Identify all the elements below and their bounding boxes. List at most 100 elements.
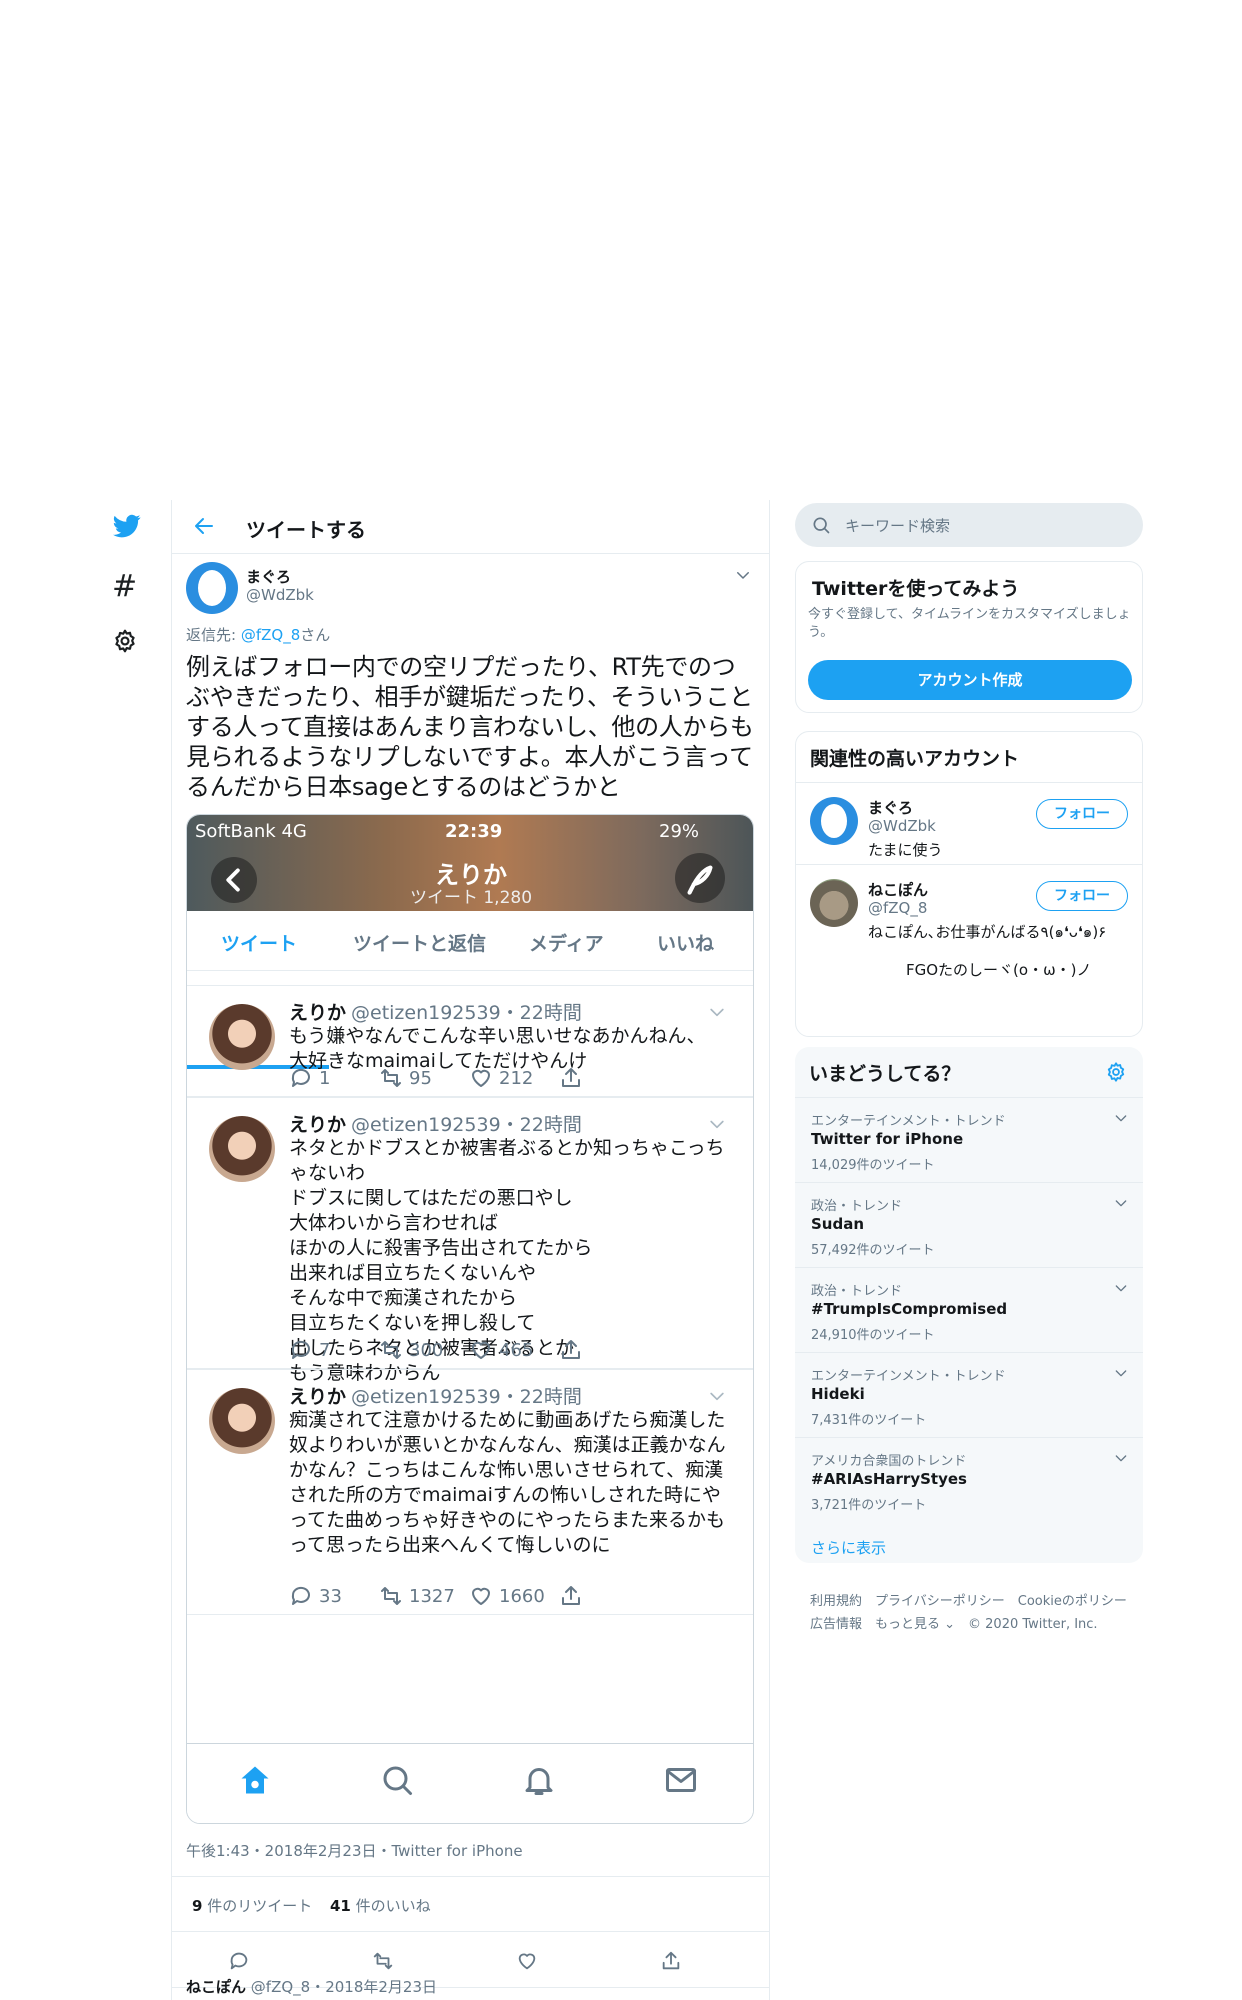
like-icon[interactable] xyxy=(516,1950,538,1972)
trend-count: 57,492件のツイート xyxy=(811,1243,935,1258)
reply-action: 33 xyxy=(289,1584,342,1608)
attached-image[interactable]: SoftBank 4G 22:39 29% えりか ツイート 1,280 ツイー… xyxy=(186,814,754,1824)
back-arrow-icon[interactable] xyxy=(192,514,216,538)
retweet-stat[interactable]: 9 件のリツイート xyxy=(192,1895,312,1916)
card-author-name: えりか xyxy=(289,1002,347,1024)
phone-tab-bar xyxy=(187,1743,753,1823)
chevron-down-icon xyxy=(707,1002,727,1022)
show-more-link[interactable]: さらに表示 xyxy=(811,1537,886,1558)
share-icon xyxy=(559,1066,589,1090)
like-action: 212 xyxy=(469,1066,533,1090)
card-actions: 1 95 212 xyxy=(289,1066,729,1092)
tab-tweets: ツイート xyxy=(221,933,298,955)
account-name[interactable]: ねこぽん xyxy=(868,879,928,900)
avatar[interactable] xyxy=(186,562,238,614)
trend-name[interactable]: Sudan xyxy=(811,1215,864,1233)
follow-button[interactable]: フォロー xyxy=(1036,881,1128,911)
tweet-stats: 9 件のリツイート 41 件のいいね xyxy=(172,1876,769,1932)
chevron-down-icon[interactable] xyxy=(1113,1110,1129,1126)
reply-action: 7 xyxy=(289,1338,330,1362)
trend-item[interactable]: 政治・トレンド #TrumpIsCompromised 24,910件のツイート xyxy=(795,1267,1143,1352)
retweet-stat-count: 9 xyxy=(192,1897,203,1915)
like-stat[interactable]: 41 件のいいね xyxy=(330,1895,431,1916)
share-icon[interactable] xyxy=(660,1950,682,1972)
list-item: えりか @etizen192539・22時間 痴漢されて注意かけるために動画あげ… xyxy=(187,1369,753,1615)
account-bio: ねこぽん､お仕事がんばる٩(๑❛ᴗ❛๑)۶ xyxy=(868,923,1107,941)
search-input[interactable]: キーワード検索 xyxy=(845,515,950,536)
tweet-timestamp[interactable]: 午後1:43・2018年2月23日・Twitter for iPhone xyxy=(186,1840,523,1861)
trend-name[interactable]: #TrumpIsCompromised xyxy=(811,1300,1007,1318)
reply-count: 33 xyxy=(319,1585,342,1607)
trend-count: 24,910件のツイート xyxy=(811,1328,935,1343)
reply-preview[interactable]: ねこぽん @fZQ_8・2018年2月23日 xyxy=(186,1976,437,1997)
trend-item[interactable]: アメリカ合衆国のトレンド #ARIAsHarryStyes 3,721件のツイー… xyxy=(795,1437,1143,1522)
trend-name[interactable]: Twitter for iPhone xyxy=(811,1130,963,1148)
twitter-bird-icon[interactable] xyxy=(112,512,142,540)
account-name[interactable]: まぐろ xyxy=(868,797,913,818)
compose-feather-icon xyxy=(675,853,725,903)
share-icon xyxy=(559,1584,589,1608)
tweet-author-handle[interactable]: @WdZbk xyxy=(246,586,314,604)
avatar[interactable] xyxy=(810,879,858,927)
reply-author-handle: @fZQ_8・2018年2月23日 xyxy=(250,1978,438,1996)
search-box[interactable]: キーワード検索 xyxy=(795,503,1143,547)
trend-item[interactable]: エンターテインメント・トレンド Twitter for iPhone 14,02… xyxy=(795,1097,1143,1182)
panel-title: いまどうしてる？ xyxy=(809,1063,961,1085)
list-item: えりか @etizen192539・22時間 もう嫌やなんでこんな辛い思いせなあ… xyxy=(187,985,753,1097)
card-author-handle: @etizen192539・22時間 xyxy=(351,1114,582,1136)
trends-panel: いまどうしてる？ エンターテインメント・トレンド Twitter for iPh… xyxy=(795,1047,1143,1563)
page-title: ツイートする xyxy=(246,518,366,542)
trend-name[interactable]: #ARIAsHarryStyes xyxy=(811,1470,967,1488)
trend-category: エンターテインメント・トレンド xyxy=(811,1369,1006,1384)
reply-to-handle-link[interactable]: @fZQ_8 xyxy=(241,626,300,644)
account-item[interactable]: ねこぽん @fZQ_8 ねこぽん､お仕事がんばる٩(๑❛ᴗ❛๑)۶ FGOたのし… xyxy=(796,864,1142,1036)
like-stat-count: 41 xyxy=(330,1897,351,1915)
gear-icon[interactable] xyxy=(112,628,140,656)
trend-item[interactable]: エンターテインメント・トレンド Hideki 7,431件のツイート xyxy=(795,1352,1143,1437)
card-author-name: えりか xyxy=(289,1114,347,1136)
chevron-down-icon[interactable] xyxy=(1113,1450,1129,1466)
home-icon xyxy=(237,1762,273,1798)
footer-line-1[interactable]: 利用規約 プライバシーポリシー Cookieのポリシー xyxy=(810,1590,1140,1613)
follow-button[interactable]: フォロー xyxy=(1036,799,1128,829)
reply-icon[interactable] xyxy=(228,1950,250,1972)
footer-links: 利用規約 プライバシーポリシー Cookieのポリシー 広告情報 もっと見る ⌄… xyxy=(810,1590,1140,1636)
share-icon xyxy=(559,1338,589,1362)
reply-prefix: 返信先: xyxy=(186,626,241,644)
create-account-button[interactable]: アカウント作成 xyxy=(808,660,1132,700)
trend-category: 政治・トレンド xyxy=(811,1199,903,1214)
tweet-author-name[interactable]: まぐろ xyxy=(246,566,291,587)
tab-media: メディア xyxy=(529,933,604,955)
tab-likes: いいね xyxy=(657,933,715,955)
hashtag-icon[interactable]: # xyxy=(112,572,137,602)
signup-title: Twitterを使ってみよう xyxy=(812,578,1020,600)
card-author-handle: @etizen192539・22時間 xyxy=(351,1386,582,1408)
like-count: 465 xyxy=(499,1339,534,1361)
account-handle: @fZQ_8 xyxy=(868,899,928,917)
chevron-down-icon[interactable] xyxy=(734,566,752,584)
avatar[interactable] xyxy=(810,797,858,845)
chevron-down-icon xyxy=(707,1114,727,1134)
list-item: えりか @etizen192539・22時間 ネタとかドブスとか被害者ぶるとか知… xyxy=(187,1097,753,1384)
footer-line-2[interactable]: 広告情報 もっと見る ⌄ © 2020 Twitter, Inc. xyxy=(810,1613,1140,1636)
search-icon xyxy=(811,515,831,535)
trend-item[interactable]: 政治・トレンド Sudan 57,492件のツイート xyxy=(795,1182,1143,1267)
avatar xyxy=(209,1116,275,1182)
like-stat-label: 件のいいね xyxy=(355,1897,431,1915)
retweet-icon[interactable] xyxy=(372,1950,394,1972)
card-author-name: えりか xyxy=(289,1386,347,1408)
main-column: ツイートする まぐろ @WdZbk 返信先: @fZQ_8さん 例えばフォロー内… xyxy=(171,500,770,2000)
chevron-down-icon[interactable] xyxy=(1113,1280,1129,1296)
reply-suffix: さん xyxy=(300,626,331,644)
profile-tabs: ツイート ツイートと返信 メディア いいね xyxy=(187,911,753,1069)
chevron-down-icon[interactable] xyxy=(1113,1365,1129,1381)
trend-name[interactable]: Hideki xyxy=(811,1385,865,1403)
gear-icon[interactable] xyxy=(1105,1061,1127,1083)
chevron-down-icon xyxy=(707,1386,727,1406)
retweet-action: 300 xyxy=(379,1338,443,1362)
account-bio-line-2: FGOたのしーヾ(o・ω・)ノ xyxy=(906,961,1092,979)
account-item[interactable]: まぐろ @WdZbk たまに使う フォロー xyxy=(796,782,1142,864)
signup-panel: Twitterを使ってみよう 今すぐ登録して、タイムラインをカスタマイズしましょ… xyxy=(795,561,1143,713)
signup-description: 今すぐ登録して、タイムラインをカスタマイズしましょう。 xyxy=(808,607,1131,640)
chevron-down-icon[interactable] xyxy=(1113,1195,1129,1211)
